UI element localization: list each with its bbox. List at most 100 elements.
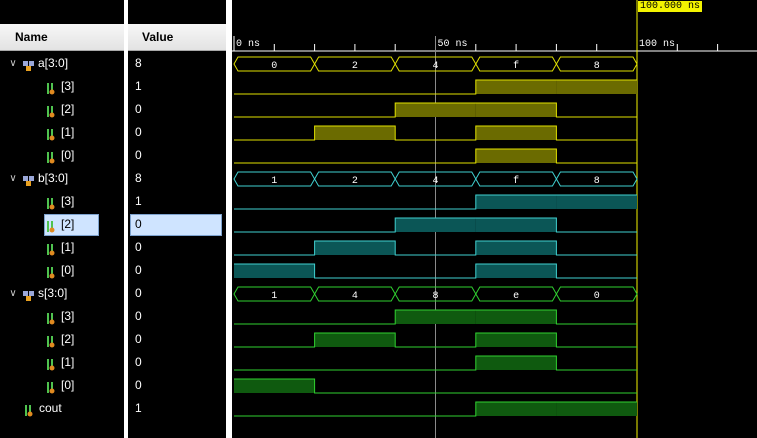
expand-chevron-icon[interactable]: ∨	[8, 52, 18, 75]
value-row[interactable]: 0	[128, 213, 226, 236]
value-header-label: Value	[142, 30, 174, 44]
bus-value-label: 8	[594, 61, 600, 72]
bus-value-label: 1	[271, 176, 277, 187]
signal-value-label: 8	[135, 171, 142, 185]
bit-high-fill	[234, 264, 315, 278]
value-row[interactable]: 0	[128, 328, 226, 351]
value-row[interactable]: 0	[128, 98, 226, 121]
signal-row[interactable]: [3]	[0, 75, 124, 98]
signal-bit-icon	[45, 356, 57, 371]
time-ruler	[232, 24, 757, 51]
signal-name-label: [3]	[61, 194, 75, 208]
signal-value-label: 0	[135, 332, 142, 346]
waveform-bit	[234, 217, 637, 233]
signal-bit-icon	[45, 379, 57, 394]
bus-value-label: f	[513, 60, 519, 72]
signal-name-label: cout	[39, 401, 62, 415]
bit-high-fill	[475, 149, 557, 163]
signal-row[interactable]: [0]	[0, 259, 124, 282]
signal-row[interactable]: ∨ a[3:0]	[0, 52, 124, 75]
bus-value-label: 2	[352, 176, 358, 187]
signal-value-label: 1	[135, 194, 142, 208]
bus-value-label: 8	[594, 176, 600, 187]
bit-high-fill	[314, 333, 396, 347]
signal-bit-icon	[45, 80, 57, 95]
signal-value-label: 0	[135, 240, 142, 254]
signal-name-label: [3]	[61, 309, 75, 323]
bit-high-fill	[475, 333, 557, 347]
signal-row[interactable]: [3]	[0, 190, 124, 213]
value-row[interactable]: 0	[128, 259, 226, 282]
signal-value-label: 1	[135, 401, 142, 415]
signal-name-label: [0]	[61, 148, 75, 162]
cursor-time-badge: 100.000 ns	[638, 1, 703, 12]
value-row[interactable]: 0	[128, 305, 226, 328]
signal-name-label: s[3:0]	[38, 286, 68, 300]
value-column-header[interactable]: Value	[128, 24, 226, 51]
bus-value-label: 4	[432, 176, 438, 187]
value-row[interactable]: 0	[128, 121, 226, 144]
signal-value-label: 0	[135, 378, 142, 392]
signal-bit-icon	[45, 241, 57, 256]
waveform-pane[interactable]: 0 ns 50 ns 100 ns 0 2 4 f 8 1 2 4 f 8 1 4 8 e 0 100.000 n…	[232, 0, 757, 438]
bit-high-fill	[314, 126, 396, 140]
signal-bit-icon	[45, 195, 57, 210]
name-pane[interactable]: Name ∨ a[3:0] [3] [2] [1] [0] ∨ b[3:0] [3] [2] [1]…	[0, 0, 124, 438]
bit-high-fill	[475, 241, 557, 255]
signal-value-label: 0	[135, 286, 142, 300]
signal-row[interactable]: [2]	[0, 98, 124, 121]
expand-chevron-icon[interactable]: ∨	[8, 282, 18, 305]
bit-high-fill	[475, 402, 557, 416]
value-pane[interactable]: Value 8 1 0 0 0 8 1 0 0 0 0 0 0 0 0 1	[128, 0, 226, 438]
bit-high-fill	[395, 310, 476, 324]
bit-high-fill	[475, 264, 557, 278]
signal-row[interactable]: [3]	[0, 305, 124, 328]
waveform-canvas[interactable]: 0 ns 50 ns 100 ns 0 2 4 f 8 1 2 4 f 8 1 4 8 e 0	[232, 0, 757, 438]
bus-icon	[22, 57, 34, 71]
signal-value-label: 0	[135, 263, 142, 277]
bit-high-fill	[475, 80, 557, 94]
signal-bit-icon	[23, 402, 35, 417]
bit-high-fill	[556, 195, 637, 209]
bit-high-fill	[556, 402, 637, 416]
signal-name-label: [3]	[61, 79, 75, 93]
waveform-bit	[234, 102, 637, 118]
signal-bit-icon	[45, 333, 57, 348]
signal-value-label: 0	[135, 125, 142, 139]
value-row[interactable]: 8	[128, 52, 226, 75]
value-row[interactable]: 8	[128, 167, 226, 190]
value-row[interactable]: 0	[128, 144, 226, 167]
signal-row[interactable]: [2]	[0, 213, 124, 236]
signal-row[interactable]: [1]	[0, 236, 124, 259]
signal-row[interactable]: cout	[0, 397, 124, 420]
name-column-header[interactable]: Name	[0, 24, 124, 51]
signal-value-label: 0	[135, 217, 142, 231]
bus-value-label: 0	[594, 291, 600, 302]
signal-row[interactable]: [2]	[0, 328, 124, 351]
signal-value-label: 0	[135, 148, 142, 162]
signal-row[interactable]: [1]	[0, 351, 124, 374]
signal-name-label: [1]	[61, 125, 75, 139]
ruler-tick-label: 50 ns	[438, 39, 468, 50]
signal-name-label: [0]	[61, 263, 75, 277]
value-row[interactable]: 0	[128, 351, 226, 374]
bit-high-fill	[234, 379, 315, 393]
expand-chevron-icon[interactable]: ∨	[8, 167, 18, 190]
signal-row[interactable]: [0]	[0, 144, 124, 167]
signal-bit-icon	[45, 218, 57, 233]
value-row[interactable]: 1	[128, 397, 226, 420]
bit-high-fill	[475, 103, 557, 117]
value-row[interactable]: 0	[128, 374, 226, 397]
value-row[interactable]: 1	[128, 75, 226, 98]
signal-bit-icon	[45, 149, 57, 164]
value-row[interactable]: 1	[128, 190, 226, 213]
signal-row[interactable]: ∨ b[3:0]	[0, 167, 124, 190]
signal-name-label: [2]	[61, 332, 75, 346]
signal-row[interactable]: [1]	[0, 121, 124, 144]
signal-value-label: 0	[135, 102, 142, 116]
signal-row[interactable]: ∨ s[3:0]	[0, 282, 124, 305]
signal-row[interactable]: [0]	[0, 374, 124, 397]
value-row[interactable]: 0	[128, 236, 226, 259]
value-row[interactable]: 0	[128, 282, 226, 305]
bus-value-label: f	[513, 175, 519, 187]
